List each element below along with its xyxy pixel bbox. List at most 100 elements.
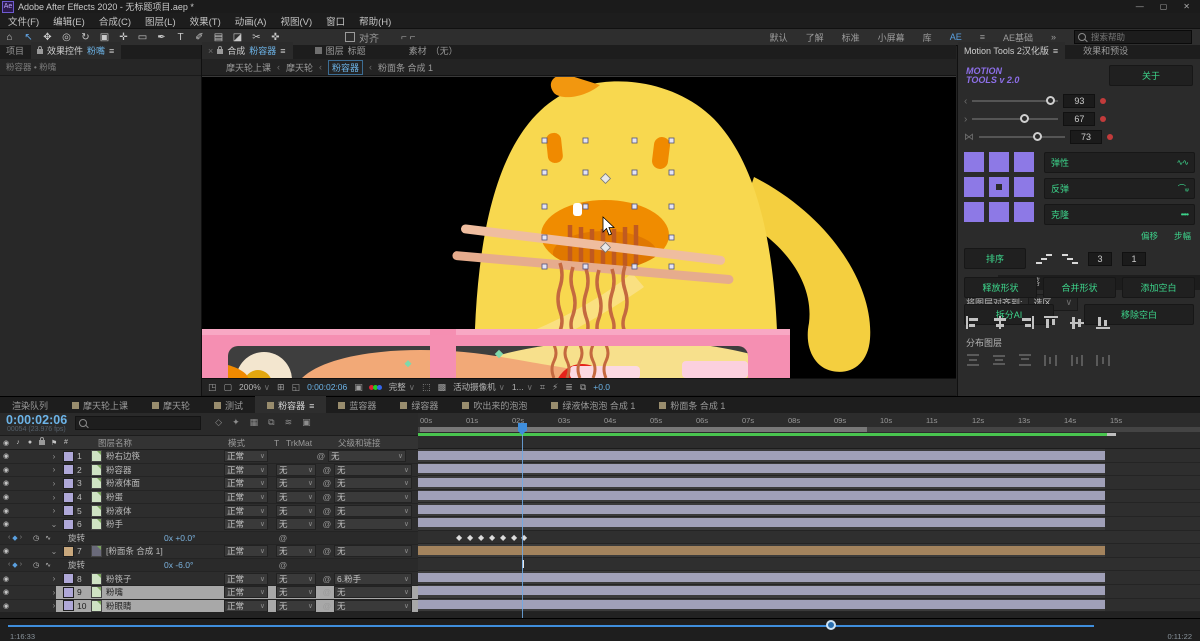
- label-color-chip[interactable]: [63, 519, 74, 530]
- ease-both-apply-dot[interactable]: [1107, 134, 1113, 140]
- layer-row[interactable]: ◉ ⌄ 7 [粉面条 合成 1] 正常∨ 无∨ @ 无∨: [0, 545, 418, 559]
- keyframe-navigator[interactable]: ‹◆›: [0, 534, 30, 542]
- align-top-button[interactable]: [1044, 316, 1060, 329]
- property-row-rotation[interactable]: ‹◆› ◷ ∿ 旋转 0x -6.0° @: [0, 559, 418, 573]
- trkmat-dropdown[interactable]: 无∨: [276, 477, 316, 489]
- parent-dropdown[interactable]: 无∨: [334, 491, 412, 503]
- trkmat-dropdown[interactable]: 无∨: [276, 586, 316, 598]
- release-shapes-button[interactable]: 释放形状: [964, 277, 1037, 298]
- label-color-chip[interactable]: [63, 464, 74, 475]
- menu-edit[interactable]: 编辑(E): [53, 14, 85, 28]
- step-value[interactable]: 1: [1122, 252, 1146, 266]
- clone-button[interactable]: 克隆••••: [1044, 204, 1195, 225]
- menu-view[interactable]: 视图(V): [280, 14, 312, 28]
- timeline-graph[interactable]: 00s 01s 02s 03s 04s 05s 06s 07s 08s 09s …: [418, 413, 1200, 618]
- property-value[interactable]: 0x -6.0°: [164, 560, 224, 570]
- distribute-bottom-button[interactable]: [1018, 354, 1034, 367]
- layer-name[interactable]: 粉容器: [106, 464, 224, 476]
- ease-both-icon[interactable]: ⋈: [964, 132, 974, 143]
- stamp-tool-icon[interactable]: ▤: [209, 32, 228, 43]
- trkmat-dropdown[interactable]: 无∨: [276, 600, 316, 612]
- zoom-dropdown[interactable]: 200%∨: [239, 382, 270, 393]
- pickwhip-icon[interactable]: @: [320, 546, 334, 556]
- pickwhip-icon[interactable]: @: [320, 465, 334, 475]
- distribute-vcenter-button[interactable]: [992, 354, 1008, 367]
- blend-mode-dropdown[interactable]: 正常∨: [224, 450, 268, 462]
- draft-3d-icon[interactable]: ✦: [232, 417, 240, 428]
- pickwhip-icon[interactable]: @: [320, 574, 334, 584]
- property-value[interactable]: 0x +0.0°: [164, 533, 224, 543]
- twirl-icon[interactable]: ›: [48, 601, 60, 610]
- timeline-search[interactable]: [75, 416, 201, 430]
- parent-dropdown[interactable]: 无∨: [334, 477, 412, 489]
- layer-name[interactable]: 粉蛋: [106, 491, 224, 503]
- align-left-button[interactable]: [966, 316, 982, 329]
- parent-dropdown[interactable]: 6.粉手∨: [334, 573, 412, 585]
- distribute-hcenter-button[interactable]: [1070, 354, 1086, 367]
- menu-effect[interactable]: 效果(T): [190, 14, 221, 28]
- menu-file[interactable]: 文件(F): [8, 14, 39, 28]
- flowchart-icon[interactable]: ⧉: [580, 382, 586, 393]
- layer-name[interactable]: 粉嘴: [106, 586, 224, 598]
- magnification-icon[interactable]: ▢: [224, 382, 233, 393]
- maximize-button[interactable]: ▢: [1160, 2, 1168, 11]
- col-trkmat[interactable]: TrkMat: [286, 438, 338, 448]
- pickwhip-icon[interactable]: @: [320, 492, 334, 502]
- pixel-aspect-icon[interactable]: ⌗: [540, 382, 545, 393]
- snapshot-icon[interactable]: ▣: [354, 382, 363, 393]
- layer-name[interactable]: [粉面条 合成 1]: [106, 545, 224, 557]
- graph-editor-icon[interactable]: ▣: [302, 417, 311, 428]
- layer-name[interactable]: 粉液体: [106, 505, 224, 517]
- layer-name[interactable]: 粉右边筷: [106, 450, 224, 462]
- breadcrumb-item[interactable]: 摩天轮上课: [226, 61, 271, 74]
- snap-icons[interactable]: ⌐ ⌐: [401, 32, 415, 43]
- blend-mode-dropdown[interactable]: 正常∨: [224, 464, 268, 476]
- align-checkbox[interactable]: [345, 32, 355, 42]
- layer-name[interactable]: 粉筷子: [106, 573, 224, 585]
- layer-row-selected[interactable]: ◉ › 9 粉嘴 正常∨ 无∨ @ 无∨: [0, 586, 418, 600]
- visibility-toggle[interactable]: ◉: [0, 479, 12, 487]
- layer-bar-row[interactable]: [418, 544, 1200, 558]
- layer-bar-row[interactable]: [418, 463, 1200, 477]
- layer-bar-row[interactable]: [418, 503, 1200, 517]
- ease-in-apply-dot[interactable]: [1100, 98, 1106, 104]
- ease-out-apply-dot[interactable]: [1100, 116, 1106, 122]
- parent-dropdown[interactable]: 无∨: [334, 505, 412, 517]
- blend-mode-dropdown[interactable]: 正常∨: [224, 586, 268, 598]
- layer-bar-row[interactable]: [418, 517, 1200, 531]
- parent-dropdown[interactable]: 无∨: [334, 600, 412, 612]
- keyframe-icon[interactable]: ◆: [511, 533, 517, 542]
- twirl-icon[interactable]: ›: [48, 452, 60, 461]
- home-icon[interactable]: ⌂: [0, 32, 19, 43]
- layer-row[interactable]: ◉ › 8 粉筷子 正常∨ 无∨ @ 6.粉手∨: [0, 572, 418, 586]
- trkmat-dropdown[interactable]: 无∨: [276, 505, 316, 517]
- layer-bar-row[interactable]: [418, 599, 1200, 613]
- trkmat-dropdown[interactable]: 无∨: [276, 464, 316, 476]
- pickwhip-icon[interactable]: @: [320, 478, 334, 488]
- keyframe-row[interactable]: ◆ ◆ ◆ ◆ ◆ ◆ ◆: [418, 531, 1200, 545]
- trkmat-dropdown[interactable]: 无∨: [276, 518, 316, 530]
- blend-mode-dropdown[interactable]: 正常∨: [224, 505, 268, 517]
- composition-mini-flowchart-icon[interactable]: ◇: [215, 417, 222, 428]
- roi-icon[interactable]: ⬚: [422, 382, 431, 393]
- parent-dropdown[interactable]: 无∨: [334, 545, 412, 557]
- rotate-tool-icon[interactable]: ↻: [76, 32, 95, 43]
- label-color-chip[interactable]: [63, 573, 74, 584]
- merge-shapes-button[interactable]: 合并形状: [1043, 277, 1116, 298]
- col-parent[interactable]: 父级和链接: [338, 437, 381, 449]
- timeline-search-input[interactable]: [90, 418, 194, 429]
- visibility-toggle[interactable]: ◉: [0, 588, 12, 596]
- brush-tool-icon[interactable]: ✐: [190, 32, 209, 43]
- property-name[interactable]: 旋转: [68, 532, 164, 544]
- layer-row[interactable]: ◉ › 1 粉右边筷 正常∨ @ 无∨: [0, 450, 418, 464]
- zoom-tool-icon[interactable]: ◎: [57, 32, 76, 43]
- label-color-chip[interactable]: [63, 478, 74, 489]
- parent-dropdown[interactable]: 无∨: [334, 586, 412, 598]
- timeline-icon[interactable]: ≣: [565, 382, 573, 393]
- align-hcenter-button[interactable]: [992, 316, 1008, 329]
- work-area-bar[interactable]: [418, 427, 1200, 432]
- workspace-libraries[interactable]: 库: [923, 31, 932, 44]
- tab-close-icon[interactable]: ×: [208, 46, 213, 56]
- label-color-chip[interactable]: [63, 505, 74, 516]
- visibility-toggle[interactable]: ◉: [0, 452, 12, 460]
